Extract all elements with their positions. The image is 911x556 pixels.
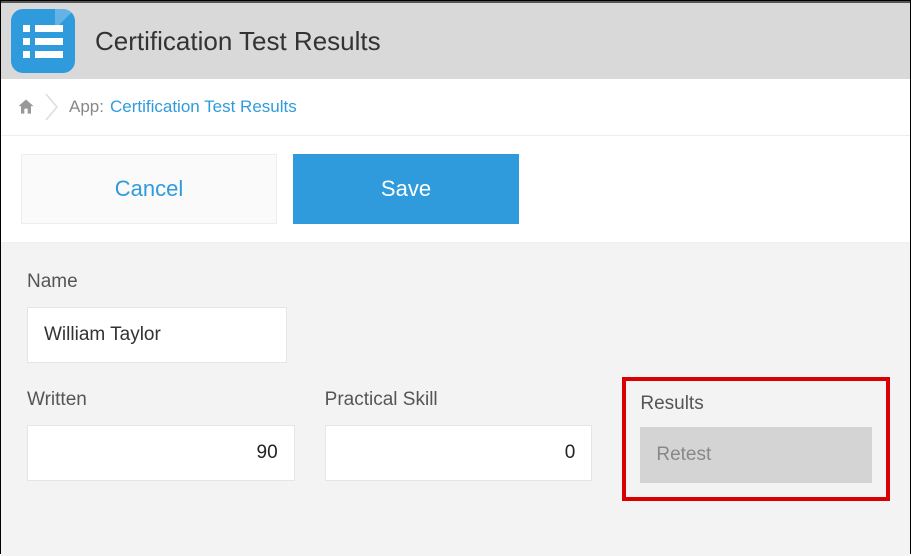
practical-field-group: Practical Skill 0 <box>325 389 593 501</box>
results-highlight-box: Results Retest <box>622 377 890 501</box>
written-input[interactable]: 90 <box>27 425 295 481</box>
action-bar: Cancel Save <box>1 136 910 243</box>
chevron-right-icon <box>45 93 59 121</box>
app-header: Certification Test Results <box>1 1 910 79</box>
breadcrumb-app-label: App: <box>69 97 104 117</box>
scores-row: Written 90 Practical Skill 0 Results Ret… <box>27 389 890 501</box>
name-field-group: Name William Taylor <box>27 271 287 363</box>
save-button[interactable]: Save <box>293 154 519 224</box>
practical-label: Practical Skill <box>325 389 593 411</box>
results-label: Results <box>640 393 872 415</box>
written-label: Written <box>27 389 295 411</box>
form-area: Name William Taylor Written 90 Practical… <box>1 243 910 556</box>
breadcrumb: App: Certification Test Results <box>1 79 910 136</box>
page-title: Certification Test Results <box>95 26 381 57</box>
results-field-group: Results Retest <box>622 389 890 501</box>
cancel-button[interactable]: Cancel <box>21 154 277 224</box>
breadcrumb-app-link[interactable]: Certification Test Results <box>110 97 297 117</box>
name-label: Name <box>27 271 287 293</box>
app-list-icon <box>11 9 75 73</box>
written-field-group: Written 90 <box>27 389 295 501</box>
practical-input[interactable]: 0 <box>325 425 593 481</box>
results-output: Retest <box>640 427 872 483</box>
home-icon[interactable] <box>15 96 37 118</box>
name-input[interactable]: William Taylor <box>27 307 287 363</box>
